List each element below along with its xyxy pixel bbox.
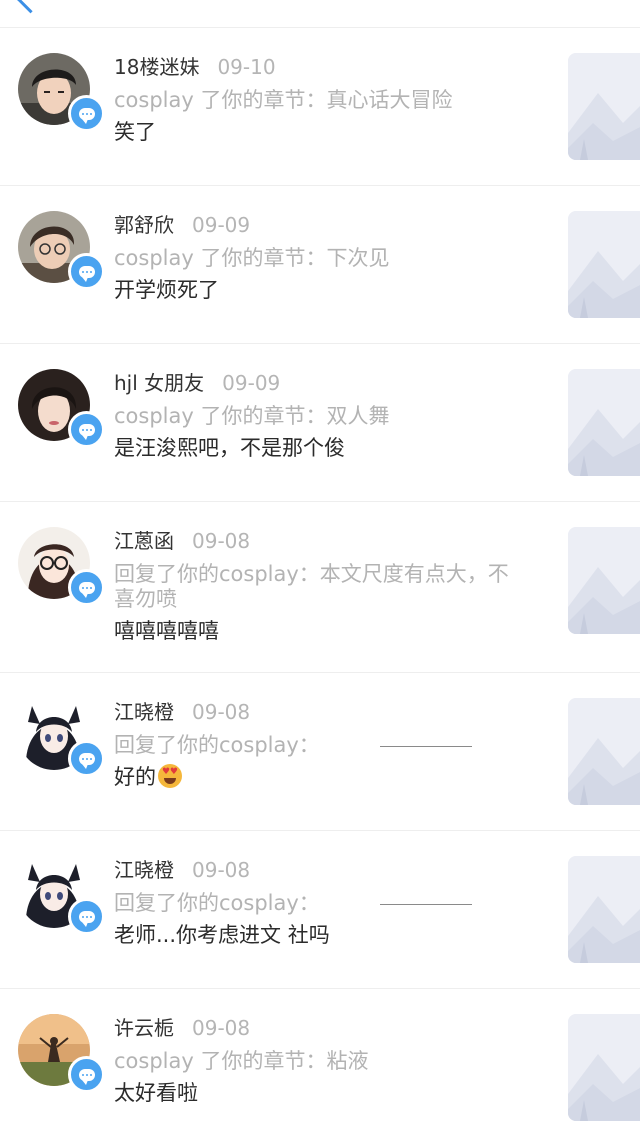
timestamp: 09-09	[192, 213, 251, 237]
avatar[interactable]	[18, 369, 105, 448]
notification-description: 回复了你的cosplay：本文尺度有点大，不喜勿喷	[114, 562, 509, 611]
image-placeholder-icon[interactable]	[568, 53, 640, 160]
avatar[interactable]	[18, 856, 105, 935]
user-name[interactable]: 18楼迷妹	[114, 55, 199, 79]
notification-screen: 18楼迷妹 09-10 cosplay 了你的章节：真心话大冒险 笑了 郭舒欣 …	[0, 0, 640, 1140]
notification-content: 18楼迷妹 09-10 cosplay 了你的章节：真心话大冒险 笑了	[114, 52, 544, 146]
image-placeholder-icon[interactable]	[568, 369, 640, 476]
notification-description: cosplay 了你的章节：粘液	[114, 1049, 369, 1073]
image-placeholder-icon[interactable]	[568, 856, 640, 963]
image-placeholder-icon[interactable]	[568, 211, 640, 318]
reply-text: 老师...你考虑进文 社吗	[114, 923, 330, 947]
avatar[interactable]	[18, 211, 105, 290]
comment-bubble-icon	[68, 898, 105, 935]
timestamp: 09-08	[192, 858, 251, 882]
comment-bubble-icon	[68, 740, 105, 777]
list-item[interactable]: 江晓橙 09-08 回复了你的cosplay： 老师...你考虑进文 社吗	[0, 831, 640, 989]
list-item[interactable]: 江蒽函 09-08 回复了你的cosplay：本文尺度有点大，不喜勿喷 嘻嘻嘻嘻嘻	[0, 502, 640, 673]
timestamp: 09-10	[217, 55, 276, 79]
notification-content: 江晓橙 09-08 回复了你的cosplay： 老师...你考虑进文 社吗	[114, 855, 544, 949]
timestamp: 09-08	[192, 529, 251, 553]
notification-content: 江晓橙 09-08 回复了你的cosplay： 好的	[114, 697, 544, 791]
list-item[interactable]: 江晓橙 09-08 回复了你的cosplay： 好的	[0, 673, 640, 831]
comment-bubble-icon	[68, 411, 105, 448]
back-arrow-icon[interactable]	[15, 0, 46, 14]
user-name[interactable]: 许云栀	[114, 1016, 174, 1040]
quoted-content-divider	[379, 903, 472, 905]
reply-text: 开学烦死了	[114, 278, 219, 302]
image-placeholder-icon[interactable]	[568, 698, 640, 805]
notification-description-text: 回复了你的cosplay：	[114, 733, 320, 757]
list-item[interactable]: 许云栀 09-08 cosplay 了你的章节：粘液 太好看啦	[0, 989, 640, 1140]
user-name[interactable]: 江晓橙	[114, 858, 174, 882]
reply-text: 是汪浚熙吧，不是那个俊	[114, 436, 345, 460]
comment-bubble-icon	[68, 1056, 105, 1093]
notification-content: 江蒽函 09-08 回复了你的cosplay：本文尺度有点大，不喜勿喷 嘻嘻嘻嘻嘻	[114, 526, 544, 645]
notification-description: cosplay 了你的章节：真心话大冒险	[114, 88, 453, 112]
notification-content: hjl 女朋友 09-09 cosplay 了你的章节：双人舞 是汪浚熙吧，不是那…	[114, 368, 544, 462]
image-placeholder-icon[interactable]	[568, 527, 640, 634]
reply-text-content: 好的	[114, 765, 156, 789]
top-bar	[0, 0, 640, 28]
comment-bubble-icon	[68, 95, 105, 132]
notification-content: 许云栀 09-08 cosplay 了你的章节：粘液 太好看啦	[114, 1013, 544, 1107]
avatar[interactable]	[18, 698, 105, 777]
notification-description: 回复了你的cosplay：	[114, 733, 544, 758]
comment-bubble-icon	[68, 569, 105, 606]
notification-description: 回复了你的cosplay：	[114, 891, 544, 916]
user-name[interactable]: hjl 女朋友	[114, 371, 204, 395]
notification-description: cosplay 了你的章节：下次见	[114, 246, 390, 270]
reply-text: 太好看啦	[114, 1081, 198, 1105]
timestamp: 09-08	[192, 700, 251, 724]
notification-description: cosplay 了你的章节：双人舞	[114, 404, 390, 428]
reply-text: 嘻嘻嘻嘻嘻	[114, 619, 219, 643]
user-name[interactable]: 郭舒欣	[114, 213, 174, 237]
list-item[interactable]: 18楼迷妹 09-10 cosplay 了你的章节：真心话大冒险 笑了	[0, 28, 640, 186]
heart-eyes-emoji-icon	[158, 764, 182, 788]
notification-content: 郭舒欣 09-09 cosplay 了你的章节：下次见 开学烦死了	[114, 210, 544, 304]
comment-bubble-icon	[68, 253, 105, 290]
user-name[interactable]: 江蒽函	[114, 529, 174, 553]
list-item[interactable]: hjl 女朋友 09-09 cosplay 了你的章节：双人舞 是汪浚熙吧，不是那…	[0, 344, 640, 502]
notification-list: 18楼迷妹 09-10 cosplay 了你的章节：真心话大冒险 笑了 郭舒欣 …	[0, 28, 640, 1140]
quoted-content-divider	[379, 745, 472, 747]
reply-text: 笑了	[114, 120, 156, 144]
timestamp: 09-09	[222, 371, 281, 395]
notification-description-text: 回复了你的cosplay：	[114, 891, 320, 915]
avatar[interactable]	[18, 527, 105, 606]
timestamp: 09-08	[192, 1016, 251, 1040]
image-placeholder-icon[interactable]	[568, 1014, 640, 1121]
user-name[interactable]: 江晓橙	[114, 700, 174, 724]
avatar[interactable]	[18, 53, 105, 132]
avatar[interactable]	[18, 1014, 105, 1093]
list-item[interactable]: 郭舒欣 09-09 cosplay 了你的章节：下次见 开学烦死了	[0, 186, 640, 344]
reply-text: 好的	[114, 763, 544, 791]
